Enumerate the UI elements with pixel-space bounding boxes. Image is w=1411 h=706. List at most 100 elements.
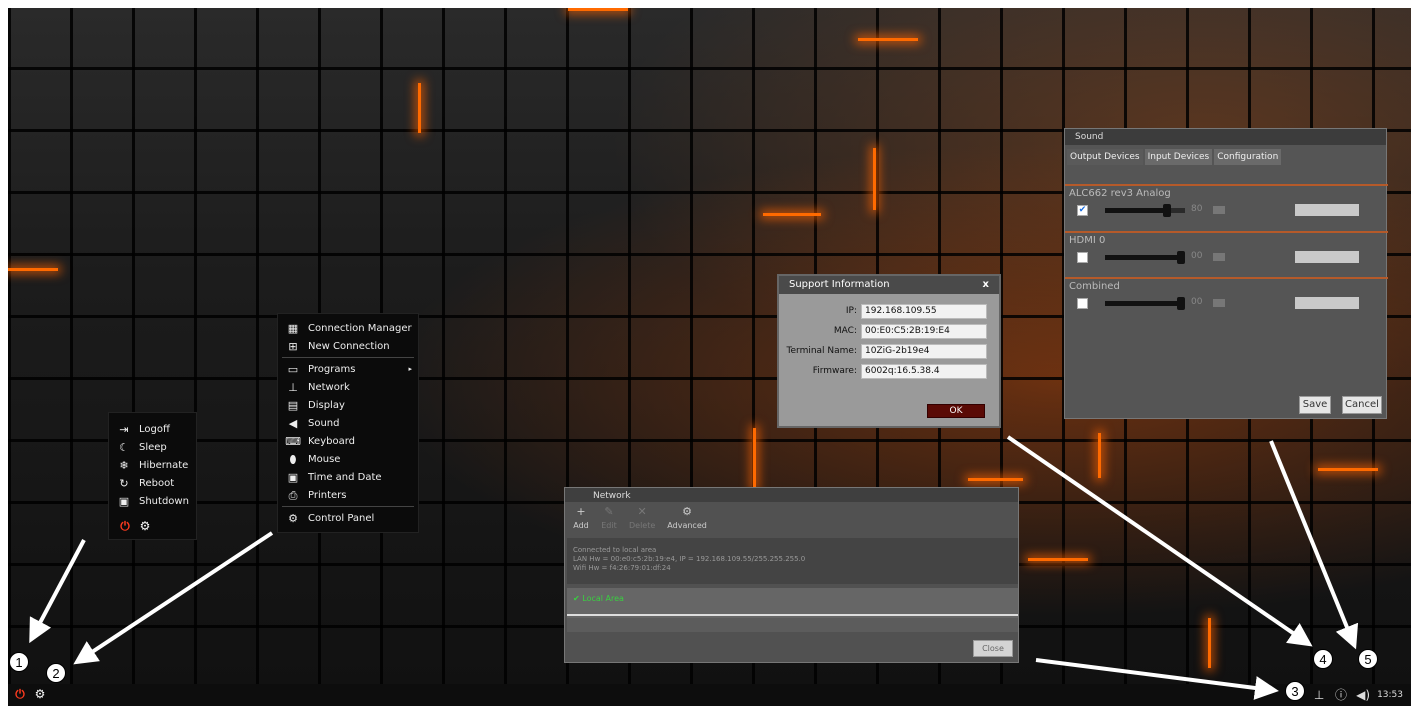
volume-value: 00 bbox=[1191, 251, 1203, 261]
save-button[interactable]: Save bbox=[1299, 396, 1331, 414]
power-icon[interactable]: ⏻ bbox=[12, 686, 28, 702]
support-fields: IP: 192.168.109.55 MAC: 00:E0:C5:2B:19:E4 Te… bbox=[779, 294, 999, 381]
menu-item-connection-manager[interactable]: ▦ Connection Manager bbox=[278, 319, 418, 337]
toolbar-edit[interactable]: ✎ Edit bbox=[601, 503, 617, 531]
volume-fill bbox=[1105, 255, 1177, 260]
device-controls: 00 bbox=[1065, 295, 1388, 317]
toolbar-label: Add bbox=[573, 521, 589, 530]
field-label: MAC: bbox=[833, 326, 857, 336]
calendar-icon: ▣ bbox=[287, 470, 299, 484]
volume-fill bbox=[1105, 208, 1163, 213]
gear-icon[interactable]: ⚙ bbox=[137, 518, 153, 534]
menu-item-printers[interactable]: ⎙ Printers bbox=[278, 486, 418, 504]
support-title: Support Information bbox=[789, 279, 890, 290]
folder-icon: ▭ bbox=[287, 362, 299, 376]
toolbar-label: Delete bbox=[629, 521, 656, 530]
wallpaper-glow bbox=[1318, 468, 1378, 471]
sound-window: Sound Output Devices Input Devices Configu… bbox=[1064, 128, 1388, 419]
level-meter bbox=[1295, 297, 1359, 309]
volume-knob[interactable] bbox=[1162, 204, 1171, 217]
device-checkbox[interactable] bbox=[1077, 252, 1088, 263]
connected-icon: ✔ bbox=[573, 594, 580, 603]
level-meter bbox=[1295, 251, 1359, 263]
printer-icon: ⎙ bbox=[288, 488, 298, 502]
volume-slider[interactable] bbox=[1105, 297, 1185, 310]
wallpaper-glow bbox=[568, 8, 628, 11]
menu-item-label: Connection Manager bbox=[308, 322, 412, 334]
grid-icon: ▦ bbox=[287, 321, 299, 335]
field-value[interactable]: 192.168.109.55 bbox=[861, 303, 987, 319]
toolbar-delete[interactable]: ✕ Delete bbox=[629, 503, 656, 531]
tab-output-devices[interactable]: Output Devices bbox=[1067, 149, 1143, 165]
callout-2: 2 bbox=[46, 663, 66, 683]
menu-item-label: Network bbox=[308, 381, 350, 393]
info-icon[interactable]: ⓘ bbox=[1333, 687, 1349, 703]
menu-item-label: New Connection bbox=[308, 340, 390, 352]
mute-icon[interactable] bbox=[1213, 253, 1225, 261]
device-checkbox[interactable]: ✔ bbox=[1077, 205, 1088, 216]
mute-icon[interactable] bbox=[1213, 206, 1225, 214]
gear-icon[interactable]: ⚙ bbox=[32, 686, 48, 702]
menu-item-mouse[interactable]: ⬮ Mouse bbox=[278, 450, 418, 468]
toolbar-advanced[interactable]: ⚙ Advanced bbox=[667, 503, 707, 531]
menu-item-network[interactable]: ⊥ Network bbox=[278, 378, 418, 396]
menu-item-sleep[interactable]: ☾ Sleep bbox=[109, 438, 196, 456]
device-name: HDMI 0 bbox=[1069, 235, 1106, 246]
menu-item-logoff[interactable]: ⇥ Logoff bbox=[109, 420, 196, 438]
wallpaper-glow bbox=[8, 268, 58, 271]
taskbar-left: ⏻ ⚙ bbox=[12, 686, 48, 702]
cancel-button[interactable]: Cancel bbox=[1342, 396, 1382, 414]
menu-item-label: Logoff bbox=[139, 423, 170, 435]
callout-1: 1 bbox=[9, 652, 29, 672]
device-name: ALC662 rev3 Analog bbox=[1069, 188, 1171, 199]
menu-item-new-connection[interactable]: ⊞ New Connection bbox=[278, 337, 418, 355]
field-value[interactable]: 00:E0:C5:2B:19:E4 bbox=[861, 323, 987, 339]
shutdown-icon: ▣ bbox=[118, 494, 130, 508]
taskbar: ⏻ ⚙ ⊥ ⓘ ◀) 13:53 bbox=[8, 684, 1411, 706]
device-checkbox[interactable] bbox=[1077, 298, 1088, 309]
wallpaper-glow bbox=[418, 83, 421, 133]
menu-item-shutdown[interactable]: ▣ Shutdown bbox=[109, 492, 196, 510]
lan-info: LAN Hw = 00:e0:c5:2b:19:e4, IP = 192.168… bbox=[573, 555, 806, 563]
sound-title: Sound bbox=[1075, 132, 1104, 142]
network-icon[interactable]: ⊥ bbox=[1311, 687, 1327, 703]
field-value[interactable]: 6002q:16.5.38.4 bbox=[861, 363, 987, 379]
menu-item-label: Display bbox=[308, 399, 345, 411]
toolbar-add[interactable]: + Add bbox=[573, 503, 589, 531]
tab-configuration[interactable]: Configuration bbox=[1214, 149, 1282, 165]
menu-item-reboot[interactable]: ↻ Reboot bbox=[109, 474, 196, 492]
field-label: Firmware: bbox=[812, 366, 857, 376]
configuration-menu: ▦ Connection Manager ⊞ New Connection ▭ Progr… bbox=[277, 313, 419, 533]
menu-item-control-panel[interactable]: ⚙ Control Panel bbox=[278, 509, 418, 527]
output-device: Combined 00 bbox=[1065, 279, 1388, 317]
wallpaper-glow bbox=[763, 213, 821, 216]
volume-slider[interactable] bbox=[1105, 204, 1185, 217]
menu-item-display[interactable]: ▤ Display bbox=[278, 396, 418, 414]
toolbar-label: Advanced bbox=[667, 521, 707, 530]
menu-item-sound[interactable]: ◀ Sound bbox=[278, 414, 418, 432]
volume-knob[interactable] bbox=[1177, 251, 1185, 264]
logoff-icon: ⇥ bbox=[119, 422, 129, 436]
tab-input-devices[interactable]: Input Devices bbox=[1144, 149, 1213, 165]
speaker-icon[interactable]: ◀) bbox=[1355, 687, 1371, 703]
volume-value: 00 bbox=[1191, 297, 1203, 307]
close-icon[interactable]: x bbox=[983, 279, 989, 291]
output-device: HDMI 0 00 bbox=[1065, 233, 1388, 271]
menu-item-hibernate[interactable]: ❄ Hibernate bbox=[109, 456, 196, 474]
menu-item-keyboard[interactable]: ⌨ Keyboard bbox=[278, 432, 418, 450]
menu-item-label: Hibernate bbox=[139, 459, 189, 471]
close-button[interactable]: Close bbox=[973, 640, 1013, 657]
power-icon[interactable]: ⏻ bbox=[117, 518, 133, 534]
field-value[interactable]: 10ZiG-2b19e4 bbox=[861, 343, 987, 359]
menu-item-time-and-date[interactable]: ▣ Time and Date bbox=[278, 468, 418, 486]
mute-icon[interactable] bbox=[1213, 299, 1225, 307]
menu-item-programs[interactable]: ▭ Programs ▸ bbox=[278, 360, 418, 378]
volume-knob[interactable] bbox=[1177, 297, 1185, 310]
moon-icon: ☾ bbox=[119, 440, 129, 454]
volume-slider[interactable] bbox=[1105, 251, 1185, 264]
callout-4: 4 bbox=[1313, 649, 1333, 669]
output-device: ALC662 rev3 Analog ✔ 80 bbox=[1065, 186, 1388, 224]
network-window: Network + Add ✎ Edit ✕ Delete ⚙ Advanced Connec… bbox=[564, 487, 1019, 663]
field-label: IP: bbox=[845, 306, 857, 316]
ok-button[interactable]: OK bbox=[927, 404, 985, 418]
